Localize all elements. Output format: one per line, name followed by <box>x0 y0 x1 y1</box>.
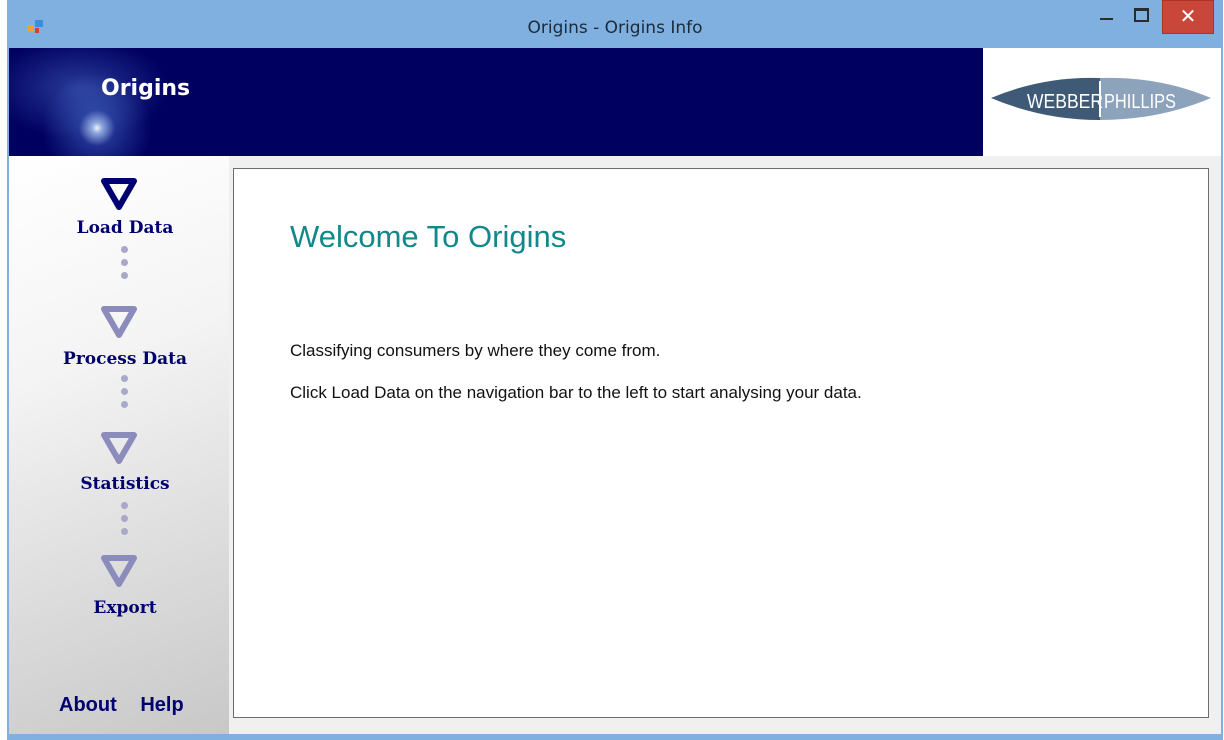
window-title: Origins - Origins Info <box>527 18 703 38</box>
app-window: Origins - Origins Info ✕ Origins WEBBER … <box>7 0 1223 740</box>
nav-step-export[interactable] <box>9 553 229 589</box>
minimize-icon <box>1100 18 1113 20</box>
statistics-arrow-icon <box>101 432 137 464</box>
step-connector-dots <box>121 375 129 414</box>
maximize-icon <box>1134 8 1149 22</box>
load-data-arrow-icon <box>101 178 137 210</box>
export-arrow-icon <box>101 555 137 587</box>
step-connector-dots <box>121 246 129 285</box>
title-bar[interactable]: Origins - Origins Info ✕ <box>7 0 1223 48</box>
instruction-text: Click Load Data on the navigation bar to… <box>290 383 862 402</box>
logo-graphic: WEBBER PHILLIPS <box>991 77 1211 120</box>
statistics-label[interactable]: Statistics <box>9 474 241 494</box>
close-button[interactable]: ✕ <box>1162 0 1214 34</box>
welcome-heading: Welcome To Origins <box>290 219 567 254</box>
maximize-button[interactable] <box>1124 0 1156 34</box>
header-flare-graphic <box>9 48 199 156</box>
process-data-label[interactable]: Process Data <box>9 349 241 369</box>
navigation-sidebar: Load Data Process Data Statistics Export… <box>9 156 229 734</box>
help-link[interactable]: Help <box>140 694 183 716</box>
about-link[interactable]: About <box>59 694 117 716</box>
nav-step-process-data[interactable] <box>9 304 229 340</box>
tagline-text: Classifying consumers by where they come… <box>290 341 661 360</box>
step-connector-dots <box>121 502 129 541</box>
header-title: Origins <box>101 76 191 101</box>
minimize-button[interactable] <box>1092 0 1122 34</box>
content-panel: Welcome To Origins Classifying consumers… <box>233 168 1209 718</box>
main-body: Load Data Process Data Statistics Export… <box>9 156 1221 734</box>
nav-step-load-data[interactable] <box>9 176 229 212</box>
app-header: Origins WEBBER PHILLIPS <box>9 48 1221 156</box>
logo-text-left: WEBBER <box>1027 91 1103 113</box>
load-data-label[interactable]: Load Data <box>9 218 241 238</box>
process-data-arrow-icon <box>101 306 137 338</box>
sidebar-footer-links: About Help <box>59 694 202 717</box>
logo-text-right: PHILLIPS <box>1104 91 1176 113</box>
nav-step-statistics[interactable] <box>9 430 229 466</box>
export-label[interactable]: Export <box>9 598 241 618</box>
close-icon: ✕ <box>1179 4 1197 28</box>
company-logo: WEBBER PHILLIPS <box>983 48 1221 156</box>
